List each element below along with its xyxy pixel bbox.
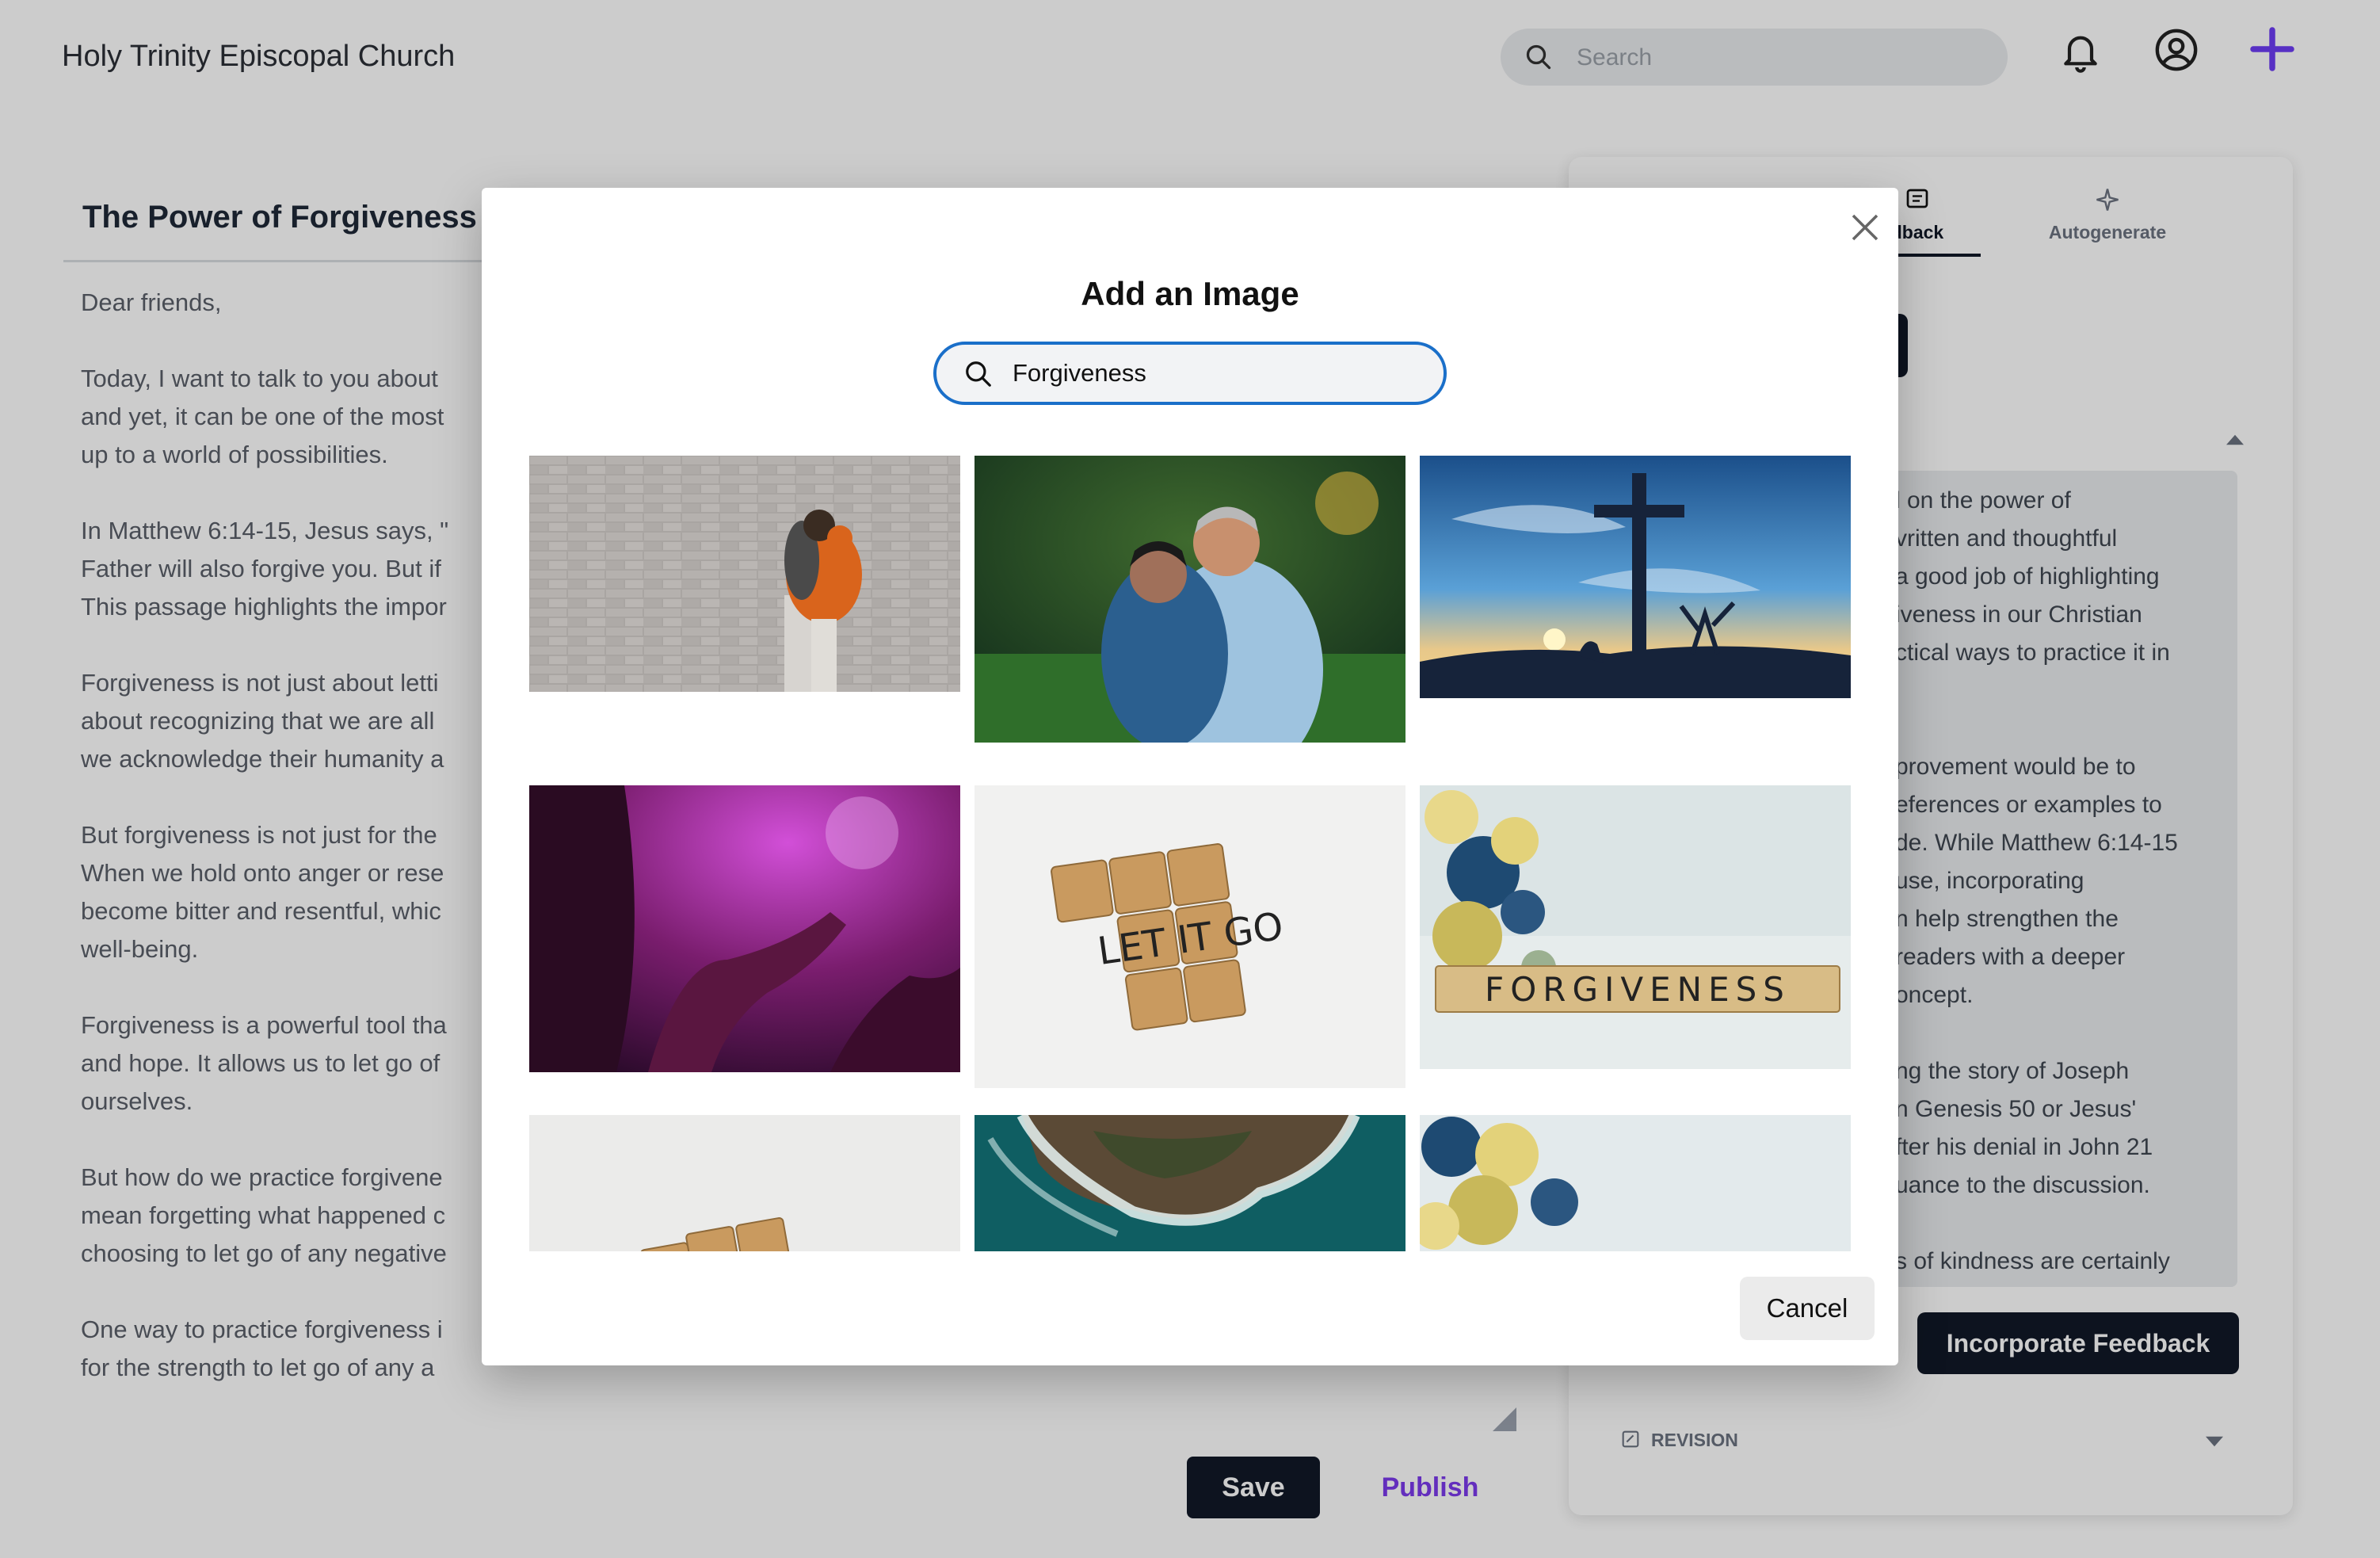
- photo-couple-hugging: [529, 456, 960, 692]
- photo-aerial-coast: [975, 1115, 1405, 1251]
- photo-flowers-white: [1420, 1115, 1851, 1251]
- dialog-title: Add an Image: [1081, 275, 1299, 312]
- image-result[interactable]: [529, 1115, 960, 1251]
- image-search-input[interactable]: [1013, 356, 1425, 391]
- photo-cross-sunset: [1420, 456, 1851, 698]
- photo-hands-raised: [529, 785, 960, 1072]
- image-result[interactable]: [975, 1115, 1405, 1251]
- image-result[interactable]: LET IT GO: [975, 785, 1405, 1088]
- image-result[interactable]: [529, 456, 960, 692]
- image-result[interactable]: [1420, 1115, 1851, 1251]
- search-icon: [966, 361, 991, 387]
- image-results-grid: LET IT GO FORGIVENESS: [529, 456, 1852, 1251]
- image-result[interactable]: [975, 456, 1405, 743]
- image-result[interactable]: [529, 785, 960, 1072]
- image-result[interactable]: [1420, 456, 1851, 698]
- add-image-dialog: Add an Image Forgiveness LET IT GO FORGI…: [482, 188, 1898, 1365]
- close-icon: [1852, 214, 1878, 241]
- cancel-button[interactable]: Cancel: [1740, 1277, 1875, 1340]
- tile-caption: FORGIVENESS: [1485, 970, 1791, 1009]
- image-result[interactable]: FORGIVENESS: [1420, 785, 1851, 1069]
- photo-tiles-white: [529, 1115, 960, 1251]
- image-search-field[interactable]: [933, 342, 1447, 405]
- photo-forgiveness-tiles: FORGIVENESS: [1420, 785, 1851, 1069]
- photo-embrace-garden: [975, 456, 1405, 743]
- close-button[interactable]: [1841, 204, 1889, 251]
- photo-let-it-go-tiles: LET IT GO: [975, 785, 1405, 1088]
